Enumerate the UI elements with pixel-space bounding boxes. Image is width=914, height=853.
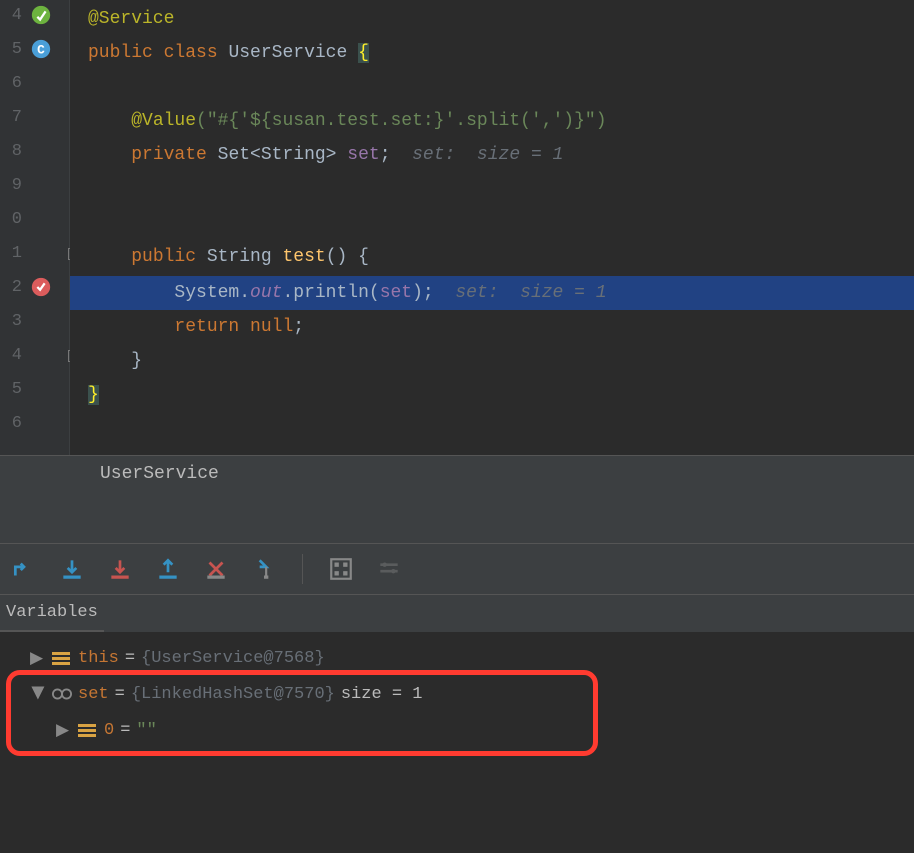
keyword: private [131, 145, 207, 165]
evaluate-expression-icon[interactable] [327, 555, 355, 583]
breakpoint-icon[interactable] [30, 276, 54, 300]
breadcrumb-item[interactable]: UserService [100, 464, 219, 484]
brace: { [358, 247, 369, 267]
run-to-cursor-icon[interactable] [250, 555, 278, 583]
brace: } [131, 351, 142, 371]
semi: ; [293, 317, 304, 337]
equals: = [120, 721, 130, 740]
class-ref: System [174, 283, 239, 303]
method-call: println [293, 283, 369, 303]
annotation: @Service [88, 9, 174, 29]
variable-type: {UserService@7568} [141, 649, 325, 668]
equals: = [115, 685, 125, 704]
variable-value: "" [136, 721, 156, 740]
variable-row-this[interactable]: ▶ this = {UserService@7568} [0, 640, 914, 676]
type: String [207, 247, 272, 267]
step-into-icon[interactable] [58, 555, 86, 583]
expand-arrow-icon[interactable]: ▶ [30, 648, 46, 669]
class-icon[interactable]: C [30, 38, 54, 62]
equals: = [125, 649, 135, 668]
line-number: 6 [4, 74, 22, 93]
spring-bean-icon[interactable] [30, 4, 54, 28]
type: Set<String> [218, 145, 337, 165]
line-number: 1 [4, 244, 22, 263]
trace-icon[interactable] [375, 555, 403, 583]
dot: . [282, 283, 293, 303]
line-number: 5 [4, 380, 22, 399]
object-icon [52, 650, 72, 666]
line-number: 4 [4, 346, 22, 365]
inlay-hint: set: size = 1 [455, 283, 606, 303]
method-name: test [282, 247, 325, 267]
line-number: 6 [4, 414, 22, 433]
variable-size: size = 1 [341, 685, 423, 704]
field: set [347, 145, 379, 165]
class-name: UserService [228, 43, 347, 63]
variable-name: set [78, 685, 109, 704]
line-number: 2 [4, 278, 22, 297]
debug-toolbar [0, 543, 914, 595]
variables-panel: ▶ this = {UserService@7568} ▶ set = {Lin… [0, 632, 914, 852]
dot: . [239, 283, 250, 303]
variables-tab[interactable]: Variables [0, 595, 104, 632]
annotation: @Value [131, 111, 196, 131]
code-editor[interactable]: @Service public class UserService { @Val… [70, 0, 914, 455]
parens: () [326, 247, 348, 267]
force-step-into-icon[interactable] [106, 555, 134, 583]
keyword: public [131, 247, 196, 267]
variable-type: {LinkedHashSet@7570} [131, 685, 335, 704]
variable-row-element[interactable]: ▶ 0 = "" [0, 712, 914, 748]
semi: ; [380, 145, 391, 165]
watch-icon [52, 686, 72, 702]
drop-frame-icon[interactable] [202, 555, 230, 583]
line-number: 0 [4, 210, 22, 229]
variable-name: 0 [104, 721, 114, 740]
line-number: 9 [4, 176, 22, 195]
keyword: null [250, 317, 293, 337]
brace: { [358, 43, 369, 63]
step-over-icon[interactable] [10, 555, 38, 583]
variable-name: this [78, 649, 119, 668]
paren: ( [369, 283, 380, 303]
keyword: public [88, 43, 153, 63]
svg-text:C: C [37, 43, 45, 58]
keyword: return [174, 317, 239, 337]
inlay-hint: set: size = 1 [412, 145, 563, 165]
breadcrumb[interactable]: UserService [0, 455, 914, 495]
line-number: 8 [4, 142, 22, 161]
panel-divider[interactable] [0, 495, 914, 543]
field: set [380, 283, 412, 303]
toolbar-separator [302, 554, 303, 584]
collapse-arrow-icon[interactable]: ▶ [28, 686, 49, 702]
step-out-icon[interactable] [154, 555, 182, 583]
line-number: 7 [4, 108, 22, 127]
line-number: 3 [4, 312, 22, 331]
paren: ); [412, 283, 434, 303]
expand-arrow-icon[interactable]: ▶ [56, 720, 72, 741]
gutter: 4 5 6 7 8 9 0 1 2 3 4 5 6 C [0, 0, 70, 455]
line-number: 5 [4, 40, 22, 59]
object-icon [78, 722, 98, 738]
string-literal: ("#{'${susan.test.set:}'.split(',')}") [196, 111, 606, 131]
static-field: out [250, 283, 282, 303]
brace: } [88, 385, 99, 405]
line-number: 4 [4, 6, 22, 25]
variable-row-set[interactable]: ▶ set = {LinkedHashSet@7570} size = 1 [0, 676, 914, 712]
keyword: class [164, 43, 218, 63]
